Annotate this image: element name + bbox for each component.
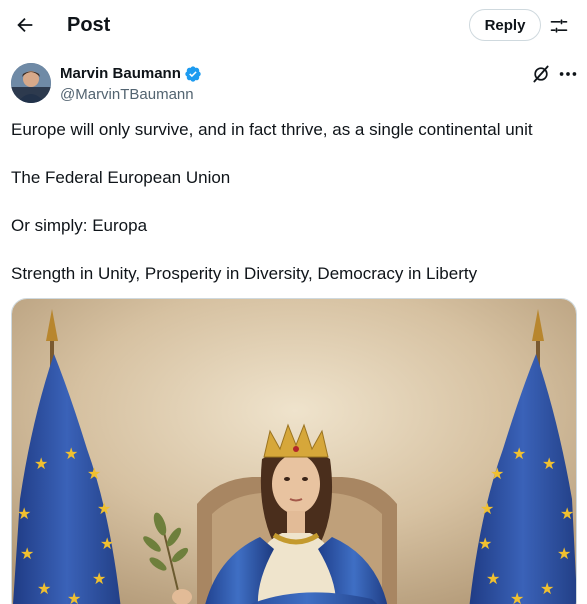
- svg-text:★: ★: [510, 591, 524, 604]
- svg-text:★: ★: [486, 571, 500, 588]
- svg-text:★: ★: [478, 536, 492, 553]
- grok-icon[interactable]: [531, 64, 551, 84]
- svg-text:★: ★: [480, 501, 494, 518]
- avatar[interactable]: [11, 63, 51, 103]
- avatar-image: [11, 63, 51, 103]
- post-text-line: The Federal European Union: [11, 168, 231, 187]
- post-text-line: Or simply: Europa: [11, 216, 148, 235]
- svg-text:★: ★: [34, 456, 48, 473]
- svg-text:★: ★: [557, 546, 571, 563]
- svg-text:★: ★: [540, 581, 554, 598]
- post-text-line: Strength in Unity, Prosperity in Diversi…: [11, 264, 478, 283]
- page-title: Post: [67, 14, 111, 36]
- svg-text:★: ★: [87, 466, 101, 483]
- post-media-image[interactable]: ★ ★ ★ ★ ★ ★ ★ ★ ★ ★ ★ ★ ★ ★ ★ ★ ★ ★ ★ ★: [11, 298, 577, 604]
- author-handle[interactable]: @MarvinTBaumann: [60, 85, 194, 105]
- svg-text:★: ★: [92, 571, 106, 588]
- back-button[interactable]: [8, 8, 42, 42]
- author-name[interactable]: Marvin Baumann: [60, 64, 181, 84]
- arrow-left-icon: [17, 17, 33, 33]
- svg-text:★: ★: [20, 546, 34, 563]
- settings-button[interactable]: [546, 13, 572, 39]
- svg-text:★: ★: [542, 456, 556, 473]
- post-text-line: Europe will only survive, and in fact th…: [11, 120, 533, 139]
- svg-text:★: ★: [17, 506, 31, 523]
- more-icon[interactable]: [557, 64, 579, 84]
- svg-text:★: ★: [560, 506, 574, 523]
- post-header: Post Reply: [0, 0, 587, 52]
- image-illustration: ★ ★ ★ ★ ★ ★ ★ ★ ★ ★ ★ ★ ★ ★ ★ ★ ★ ★ ★ ★: [12, 299, 576, 604]
- svg-text:★: ★: [37, 581, 51, 598]
- svg-text:★: ★: [490, 466, 504, 483]
- svg-text:★: ★: [64, 446, 78, 463]
- verified-badge-icon: [185, 66, 201, 82]
- svg-text:★: ★: [97, 501, 111, 518]
- svg-text:★: ★: [512, 446, 526, 463]
- svg-text:★: ★: [100, 536, 114, 553]
- reply-button[interactable]: Reply: [469, 9, 541, 41]
- sliders-icon: [550, 19, 568, 33]
- svg-text:★: ★: [67, 591, 81, 604]
